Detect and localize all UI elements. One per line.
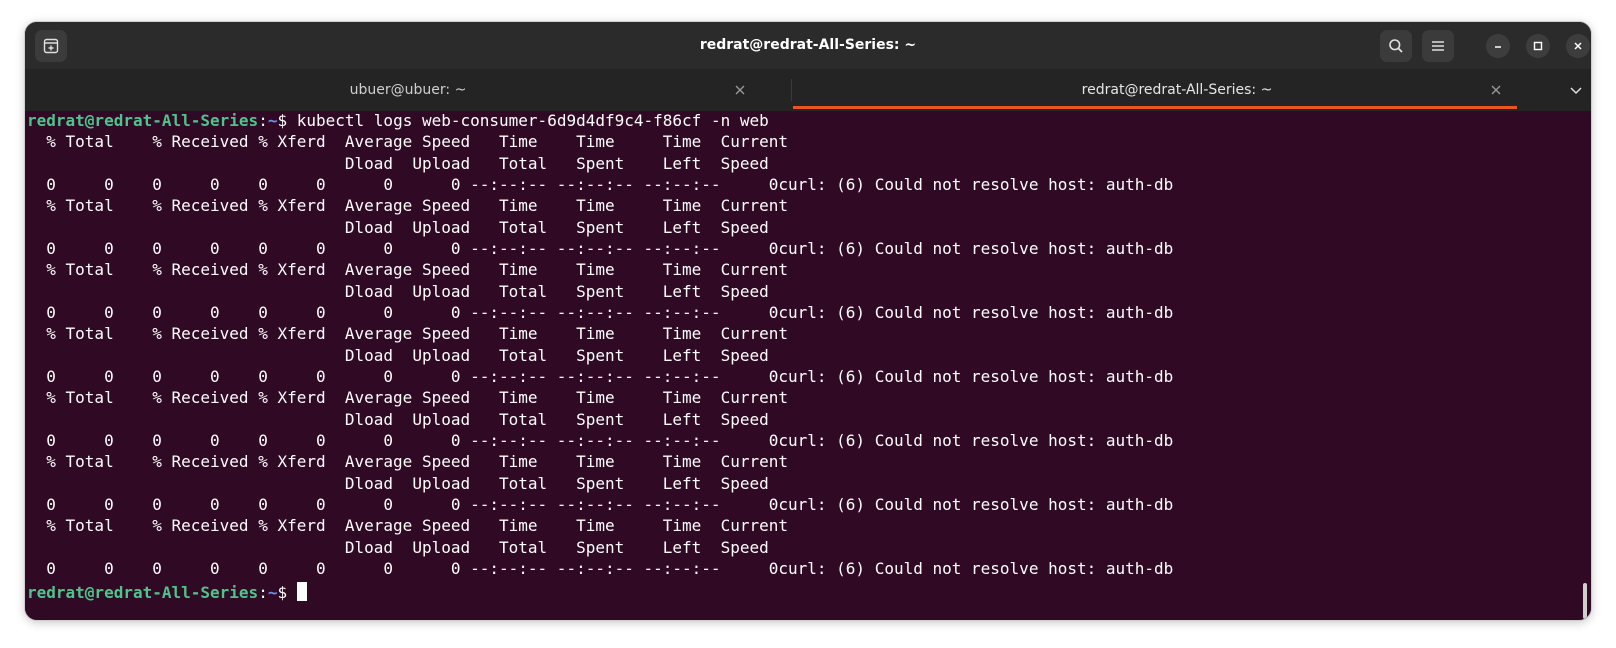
tab-redrat[interactable]: redrat@redrat-All-Series: ~ <box>793 69 1561 111</box>
output-line: 0 0 0 0 0 0 0 0 --:--:-- --:--:-- --:--:… <box>27 494 1174 514</box>
output-line: % Total % Received % Xferd Average Speed… <box>27 196 788 216</box>
output-line: Dload Upload Total Spent Left Speed <box>27 153 769 173</box>
prompt-user: redrat@redrat-All-Series <box>27 583 259 602</box>
minimize-icon <box>1495 46 1501 48</box>
minimize-button[interactable] <box>1486 34 1510 58</box>
new-tab-icon <box>43 38 59 54</box>
prompt-sep: : <box>258 583 268 602</box>
tabs-menu-button[interactable] <box>1561 69 1591 111</box>
output-line: % Total % Received % Xferd Average Speed… <box>27 452 788 472</box>
output-line: 0 0 0 0 0 0 0 0 --:--:-- --:--:-- --:--:… <box>27 558 1174 578</box>
command-line: redrat@redrat-All-Series:~$ kubectl logs… <box>27 111 769 131</box>
tab-bar: ubuer@ubuer: ~ redrat@redrat-All-Series:… <box>25 69 1591 111</box>
text-cursor <box>296 582 307 601</box>
tab-divider <box>791 79 792 101</box>
new-tab-button[interactable] <box>35 30 67 62</box>
menu-button[interactable] <box>1422 30 1454 62</box>
close-window-button[interactable] <box>1566 34 1590 58</box>
output-line: Dload Upload Total Spent Left Speed <box>27 217 769 237</box>
output-line: Dload Upload Total Spent Left Speed <box>27 473 769 493</box>
output-line: Dload Upload Total Spent Left Speed <box>27 345 769 365</box>
output-line: Dload Upload Total Spent Left Speed <box>27 409 769 429</box>
close-icon[interactable] <box>1489 83 1503 97</box>
output-line: 0 0 0 0 0 0 0 0 --:--:-- --:--:-- --:--:… <box>27 238 1174 258</box>
search-button[interactable] <box>1380 30 1412 62</box>
output-line: % Total % Received % Xferd Average Speed… <box>27 132 788 152</box>
title-bar[interactable]: redrat@redrat-All-Series: ~ <box>25 22 1591 69</box>
command-text: kubectl logs web-consumer-6d9d4df9c4-f86… <box>296 111 769 130</box>
prompt-sep: : <box>258 111 268 130</box>
scrollbar[interactable] <box>1583 583 1587 619</box>
tab-label: ubuer@ubuer: ~ <box>349 82 467 98</box>
window-title: redrat@redrat-All-Series: ~ <box>699 37 917 53</box>
prompt-line: redrat@redrat-All-Series:~$ <box>27 582 307 603</box>
close-icon[interactable] <box>733 83 747 97</box>
terminal-window: redrat@redrat-All-Series: ~ ubuer@ubuer:… <box>25 22 1591 620</box>
terminal-area[interactable]: redrat@redrat-All-Series:~$ kubectl logs… <box>25 111 1591 620</box>
output-line: % Total % Received % Xferd Average Speed… <box>27 260 788 280</box>
output-line: % Total % Received % Xferd Average Speed… <box>27 388 788 408</box>
maximize-icon <box>1533 41 1543 51</box>
prompt-symbol: $ <box>277 583 297 602</box>
output-line: 0 0 0 0 0 0 0 0 --:--:-- --:--:-- --:--:… <box>27 174 1174 194</box>
search-icon <box>1389 39 1403 53</box>
maximize-button[interactable] <box>1526 34 1550 58</box>
tab-ubuer[interactable]: ubuer@ubuer: ~ <box>25 69 791 111</box>
close-icon <box>1574 42 1582 50</box>
hamburger-menu-icon <box>1432 41 1444 51</box>
prompt-user: redrat@redrat-All-Series <box>27 111 259 130</box>
output-line: Dload Upload Total Spent Left Speed <box>27 281 769 301</box>
output-line: 0 0 0 0 0 0 0 0 --:--:-- --:--:-- --:--:… <box>27 302 1174 322</box>
tab-label: redrat@redrat-All-Series: ~ <box>1081 82 1273 98</box>
chevron-down-icon <box>1570 87 1582 95</box>
output-line: 0 0 0 0 0 0 0 0 --:--:-- --:--:-- --:--:… <box>27 430 1174 450</box>
output-line: Dload Upload Total Spent Left Speed <box>27 537 769 557</box>
output-line: % Total % Received % Xferd Average Speed… <box>27 324 788 344</box>
output-line: % Total % Received % Xferd Average Speed… <box>27 516 788 536</box>
active-tab-indicator <box>793 106 1517 109</box>
prompt-symbol: $ <box>277 111 297 130</box>
output-line: 0 0 0 0 0 0 0 0 --:--:-- --:--:-- --:--:… <box>27 366 1174 386</box>
